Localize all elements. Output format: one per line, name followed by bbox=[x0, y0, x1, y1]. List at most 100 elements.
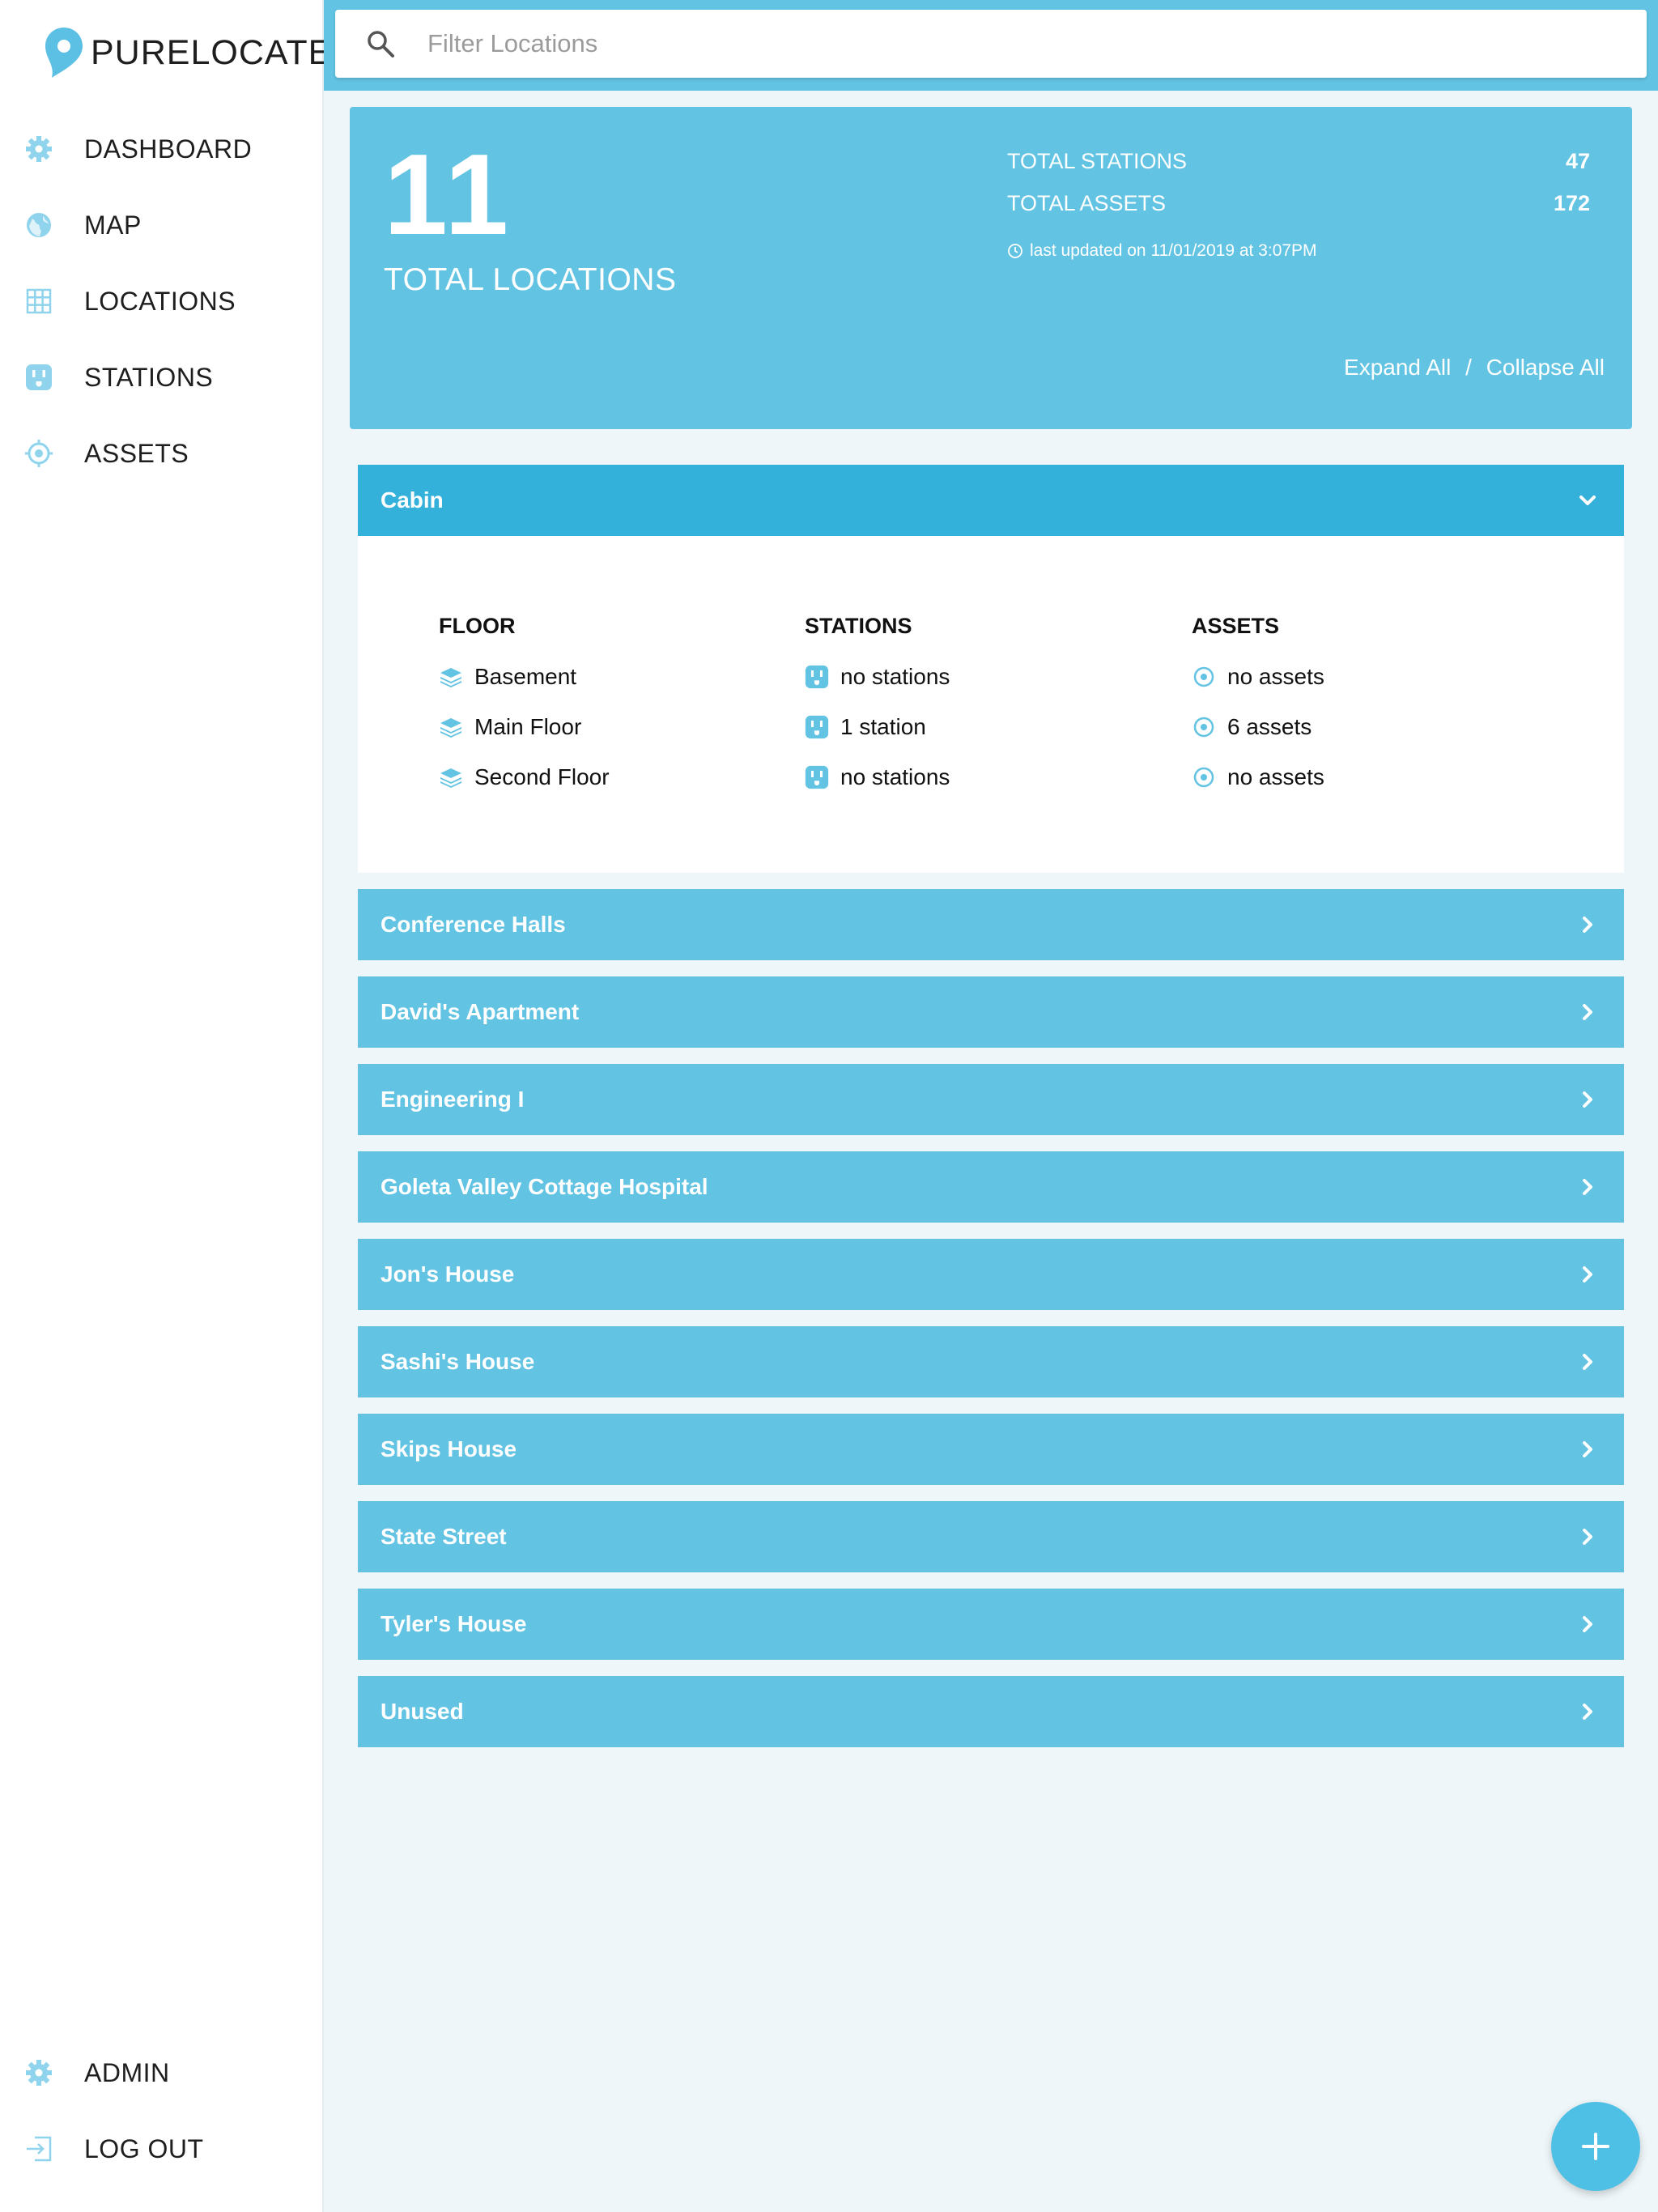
target-icon bbox=[1192, 765, 1216, 789]
search-icon bbox=[368, 31, 394, 57]
assets-value: 6 assets bbox=[1227, 714, 1312, 739]
location-name: Goleta Valley Cottage Hospital bbox=[380, 1174, 708, 1199]
location-name: David's Apartment bbox=[380, 999, 580, 1024]
collapse-all-link[interactable]: Collapse All bbox=[1486, 355, 1605, 380]
gear-icon bbox=[23, 133, 55, 165]
location-header[interactable]: Conference Halls bbox=[358, 889, 1624, 960]
location-name: Tyler's House bbox=[380, 1611, 527, 1636]
total-assets-label: TOTAL ASSETS bbox=[1007, 191, 1167, 215]
location-name: Jon's House bbox=[380, 1261, 515, 1287]
location-name: Sashi's House bbox=[380, 1349, 535, 1374]
summary-card: 11 TOTAL LOCATIONS TOTAL STATIONS 47 TOT… bbox=[350, 107, 1632, 429]
location-header[interactable]: Jon's House bbox=[358, 1239, 1624, 1310]
nav-item-logout[interactable]: LOG OUT bbox=[23, 2125, 204, 2173]
total-stations-row: TOTAL STATIONS 47 bbox=[1007, 149, 1590, 174]
outlet-icon bbox=[805, 665, 829, 689]
add-location-button[interactable] bbox=[1551, 2102, 1640, 2191]
target-icon bbox=[23, 437, 55, 470]
chevron-right-icon bbox=[1583, 1441, 1592, 1457]
location-details-cabin: FLOOR STATIONS ASSETS Basement no station… bbox=[358, 536, 1624, 873]
location-name: Engineering I bbox=[380, 1087, 525, 1112]
location-name: Conference Halls bbox=[380, 912, 566, 937]
plus-icon bbox=[1582, 2133, 1609, 2160]
search-bar bbox=[335, 10, 1647, 78]
chevron-right-icon bbox=[1583, 1354, 1592, 1370]
cell-assets: 6 assets bbox=[1192, 714, 1312, 740]
floor-column-header: FLOOR bbox=[439, 614, 516, 638]
location-header[interactable]: Tyler's House bbox=[358, 1589, 1624, 1660]
expand-all-link[interactable]: Expand All bbox=[1344, 355, 1451, 380]
chevron-right-icon bbox=[1583, 1529, 1592, 1545]
total-stations-value: 47 bbox=[1565, 149, 1590, 173]
top-bar bbox=[324, 0, 1658, 91]
outlet-icon bbox=[805, 715, 829, 739]
floor-value: Second Floor bbox=[474, 764, 610, 789]
outlet-icon bbox=[23, 361, 55, 393]
stations-column-header: STATIONS bbox=[805, 614, 912, 638]
sidebar: PURELOCATE DASHBOARD MAP LOCATIONS STATI… bbox=[0, 0, 331, 2212]
cell-floor: Second Floor bbox=[439, 764, 610, 790]
nav-label-locations: LOCATIONS bbox=[84, 286, 236, 316]
location-header[interactable]: Sashi's House bbox=[358, 1326, 1624, 1397]
nav-label-assets: ASSETS bbox=[84, 438, 189, 468]
assets-value: no assets bbox=[1227, 664, 1324, 689]
layers-icon bbox=[439, 715, 463, 739]
nav-label-stations: STATIONS bbox=[84, 362, 214, 392]
stations-value: 1 station bbox=[840, 714, 926, 739]
location-header[interactable]: Engineering I bbox=[358, 1064, 1624, 1135]
app-name: PURELOCATE bbox=[91, 32, 333, 72]
total-assets-row: TOTAL ASSETS 172 bbox=[1007, 191, 1590, 216]
chevron-right-icon bbox=[1583, 1179, 1592, 1195]
assets-column-header: ASSETS bbox=[1192, 614, 1280, 638]
total-locations-count: 11 bbox=[384, 130, 512, 259]
location-header[interactable]: Unused bbox=[358, 1676, 1624, 1747]
location-header[interactable]: Skips House bbox=[358, 1414, 1624, 1485]
location-name: Skips House bbox=[380, 1436, 517, 1461]
location-header[interactable]: David's Apartment bbox=[358, 976, 1624, 1048]
gear-icon bbox=[23, 2057, 55, 2089]
assets-value: no assets bbox=[1227, 764, 1324, 789]
location-header-cabin[interactable]: Cabin bbox=[358, 465, 1624, 536]
cell-floor: Main Floor bbox=[439, 714, 581, 740]
nav-label-map: MAP bbox=[84, 210, 142, 240]
nav-label-admin: ADMIN bbox=[84, 2057, 170, 2087]
chevron-right-icon bbox=[1583, 1004, 1592, 1020]
nav-item-locations[interactable]: LOCATIONS bbox=[23, 277, 236, 325]
nav-item-map[interactable]: MAP bbox=[23, 201, 142, 249]
location-pin-logo-icon bbox=[45, 28, 83, 78]
link-separator: / bbox=[1465, 355, 1472, 380]
location-name: Cabin bbox=[380, 487, 444, 513]
nav-label-logout: LOG OUT bbox=[84, 2133, 204, 2163]
cell-assets: no assets bbox=[1192, 764, 1324, 790]
grid-icon bbox=[23, 285, 55, 317]
clock-icon bbox=[1008, 244, 1022, 258]
last-updated-text: last updated on 11/01/2019 at 3:07PM bbox=[1030, 241, 1317, 260]
chevron-right-icon bbox=[1583, 1704, 1592, 1720]
nav-item-admin[interactable]: ADMIN bbox=[23, 2048, 170, 2097]
cell-stations: no stations bbox=[805, 664, 950, 690]
nav-label-dashboard: DASHBOARD bbox=[84, 134, 253, 164]
total-assets-value: 172 bbox=[1553, 191, 1590, 215]
location-header[interactable]: State Street bbox=[358, 1501, 1624, 1572]
globe-icon bbox=[23, 209, 55, 241]
nav-item-stations[interactable]: STATIONS bbox=[23, 353, 213, 402]
nav-item-dashboard[interactable]: DASHBOARD bbox=[23, 125, 252, 173]
app-logo[interactable]: PURELOCATE bbox=[44, 24, 332, 81]
expand-collapse-links: Expand All / Collapse All bbox=[1344, 355, 1605, 381]
last-updated: last updated on 11/01/2019 at 3:07PM bbox=[1007, 241, 1317, 261]
target-icon bbox=[1192, 665, 1216, 689]
layers-icon bbox=[439, 765, 463, 789]
location-name: Unused bbox=[380, 1699, 464, 1724]
floor-value: Basement bbox=[474, 664, 577, 689]
location-name: State Street bbox=[380, 1524, 507, 1549]
chevron-right-icon bbox=[1583, 917, 1592, 933]
cell-stations: 1 station bbox=[805, 714, 926, 740]
cell-assets: no assets bbox=[1192, 664, 1324, 690]
total-locations-label: TOTAL LOCATIONS bbox=[384, 262, 677, 297]
cell-floor: Basement bbox=[439, 664, 576, 690]
total-stations-label: TOTAL STATIONS bbox=[1007, 149, 1188, 173]
nav-item-assets[interactable]: ASSETS bbox=[23, 429, 189, 478]
location-header[interactable]: Goleta Valley Cottage Hospital bbox=[358, 1151, 1624, 1223]
search-input[interactable] bbox=[426, 28, 1603, 59]
cell-stations: no stations bbox=[805, 764, 950, 790]
